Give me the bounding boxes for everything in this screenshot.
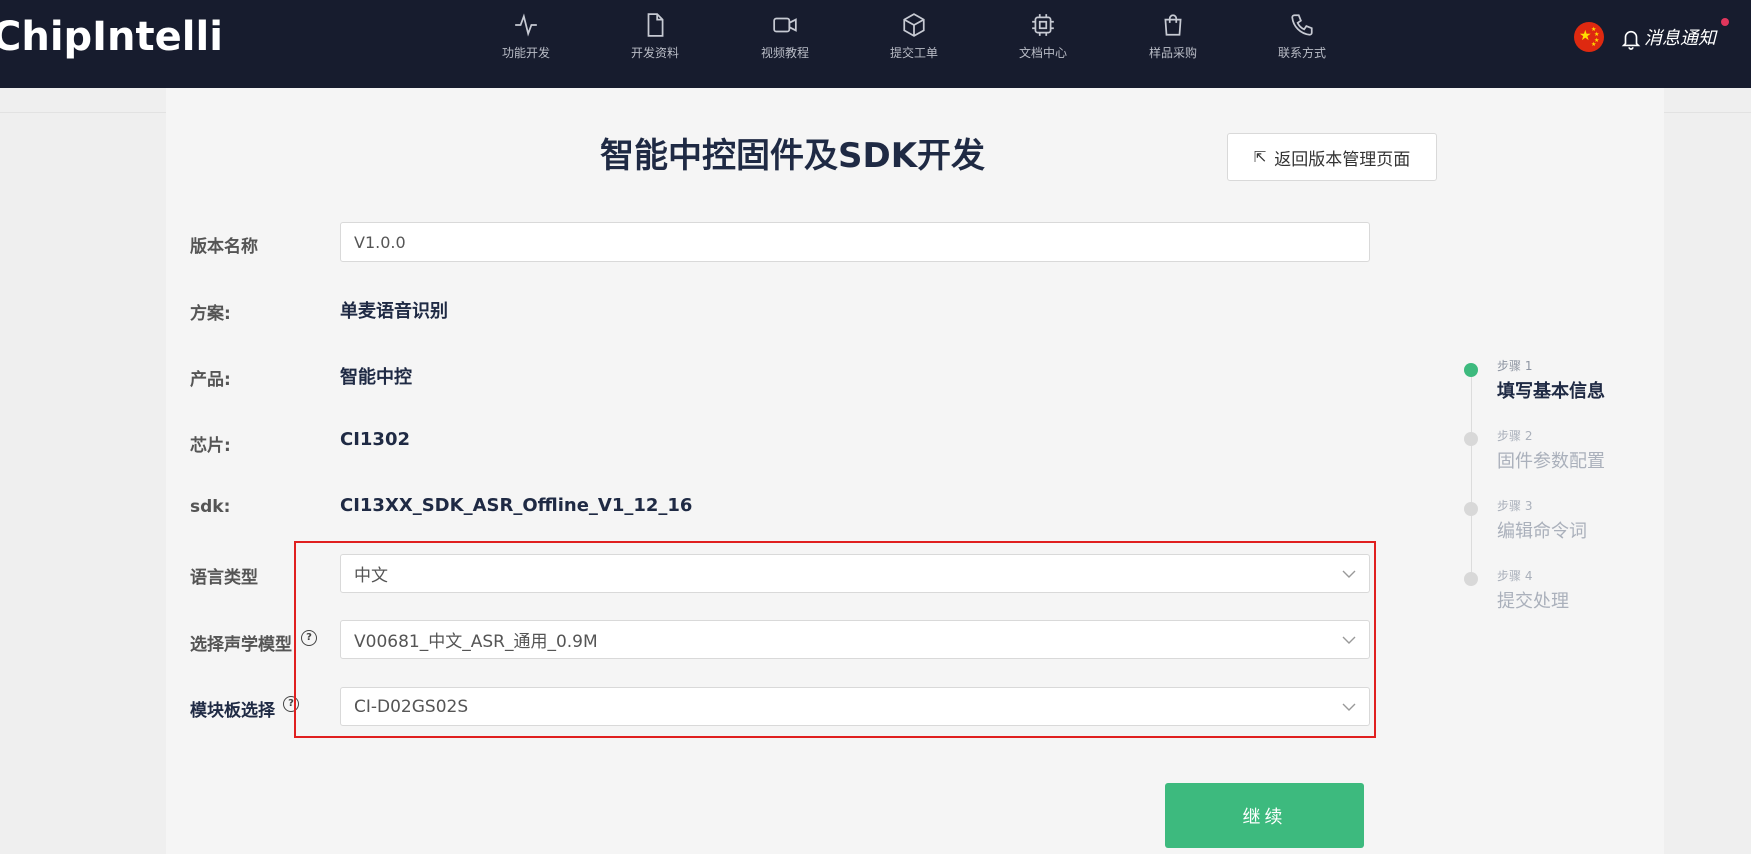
- nav-label: 样品采购: [1148, 46, 1197, 60]
- nav-label: 视频教程: [760, 46, 809, 60]
- page-title: 智能中控固件及SDK开发: [600, 136, 986, 176]
- version-name-label: 版本名称: [190, 237, 258, 257]
- step-2-title: 固件参数配置: [1497, 451, 1605, 472]
- step-2-number: 步骤 2: [1497, 429, 1533, 443]
- nav-item-contact[interactable]: 联系方式: [1257, 12, 1347, 72]
- scheme-label: 方案:: [190, 304, 231, 324]
- nav-item-video-tutorials[interactable]: 视频教程: [740, 12, 830, 72]
- nav-label: 联系方式: [1277, 46, 1326, 60]
- module-board-label: 模块板选择: [190, 701, 275, 721]
- steps-connector: [1471, 376, 1472, 586]
- continue-button[interactable]: 继续: [1165, 783, 1364, 848]
- step-3-dot: [1464, 502, 1478, 516]
- sdk-label: sdk:: [190, 497, 231, 517]
- step-2-dot: [1464, 432, 1478, 446]
- step-4-number: 步骤 4: [1497, 569, 1533, 583]
- nav-item-dev-docs[interactable]: 开发资料: [610, 12, 700, 72]
- box-icon: [903, 13, 925, 37]
- chip-value: CI1302: [340, 429, 411, 450]
- chipintelli-logo[interactable]: ChipIntelli: [0, 14, 223, 60]
- nav-label: 功能开发: [501, 46, 550, 60]
- content-card: [166, 88, 1664, 854]
- nav-label: 开发资料: [630, 46, 679, 60]
- back-to-version-management-button[interactable]: ⇱ 返回版本管理页面: [1227, 133, 1437, 181]
- nav-item-submit-ticket[interactable]: 提交工单: [869, 12, 959, 72]
- highlight-box: [294, 541, 1376, 738]
- step-3-title: 编辑命令词: [1497, 521, 1587, 542]
- bell-icon[interactable]: [1620, 26, 1642, 52]
- language-type-label: 语言类型: [190, 568, 258, 588]
- step-4-dot: [1464, 572, 1478, 586]
- video-icon: [773, 17, 797, 33]
- version-name-input[interactable]: V1.0.0: [340, 222, 1370, 262]
- top-navigation-bar: ChipIntelli 功能开发 开发资料 视频教程 提交工单 文档中心 样品采…: [0, 0, 1751, 88]
- file-icon: [647, 13, 664, 37]
- chip-label: 芯片:: [190, 436, 231, 456]
- nav-item-doc-center[interactable]: 文档中心: [998, 12, 1088, 72]
- nav-item-sample-purchase[interactable]: 样品采购: [1128, 12, 1218, 72]
- step-3-number: 步骤 3: [1497, 499, 1533, 513]
- product-label: 产品:: [190, 370, 231, 390]
- scheme-value: 单麦语音识别: [340, 301, 448, 322]
- phone-icon: [1291, 14, 1313, 36]
- china-flag-icon[interactable]: ★ ★ ★ ★ ★: [1574, 22, 1604, 52]
- nav-label: 文档中心: [1018, 46, 1067, 60]
- chip-icon: [1032, 14, 1054, 36]
- version-name-value: V1.0.0: [354, 232, 406, 252]
- back-button-label: 返回版本管理页面: [1274, 149, 1411, 170]
- step-1-title: 填写基本信息: [1497, 381, 1605, 402]
- arrow-up-left-icon: ⇱: [1253, 148, 1267, 166]
- notification-link[interactable]: 消息通知: [1644, 24, 1716, 50]
- shopping-bag-icon: [1164, 14, 1182, 36]
- notification-badge: [1721, 18, 1729, 26]
- activity-icon: [515, 13, 537, 37]
- step-4-title: 提交处理: [1497, 591, 1569, 612]
- step-1-dot: [1464, 363, 1478, 377]
- nav-label: 提交工单: [889, 46, 938, 60]
- step-1-number: 步骤 1: [1497, 359, 1533, 373]
- nav-item-feature-dev[interactable]: 功能开发: [481, 12, 571, 72]
- product-value: 智能中控: [340, 367, 412, 388]
- acoustic-model-label: 选择声学模型: [190, 635, 292, 655]
- sdk-value: CI13XX_SDK_ASR_Offline_V1_12_16: [340, 495, 693, 516]
